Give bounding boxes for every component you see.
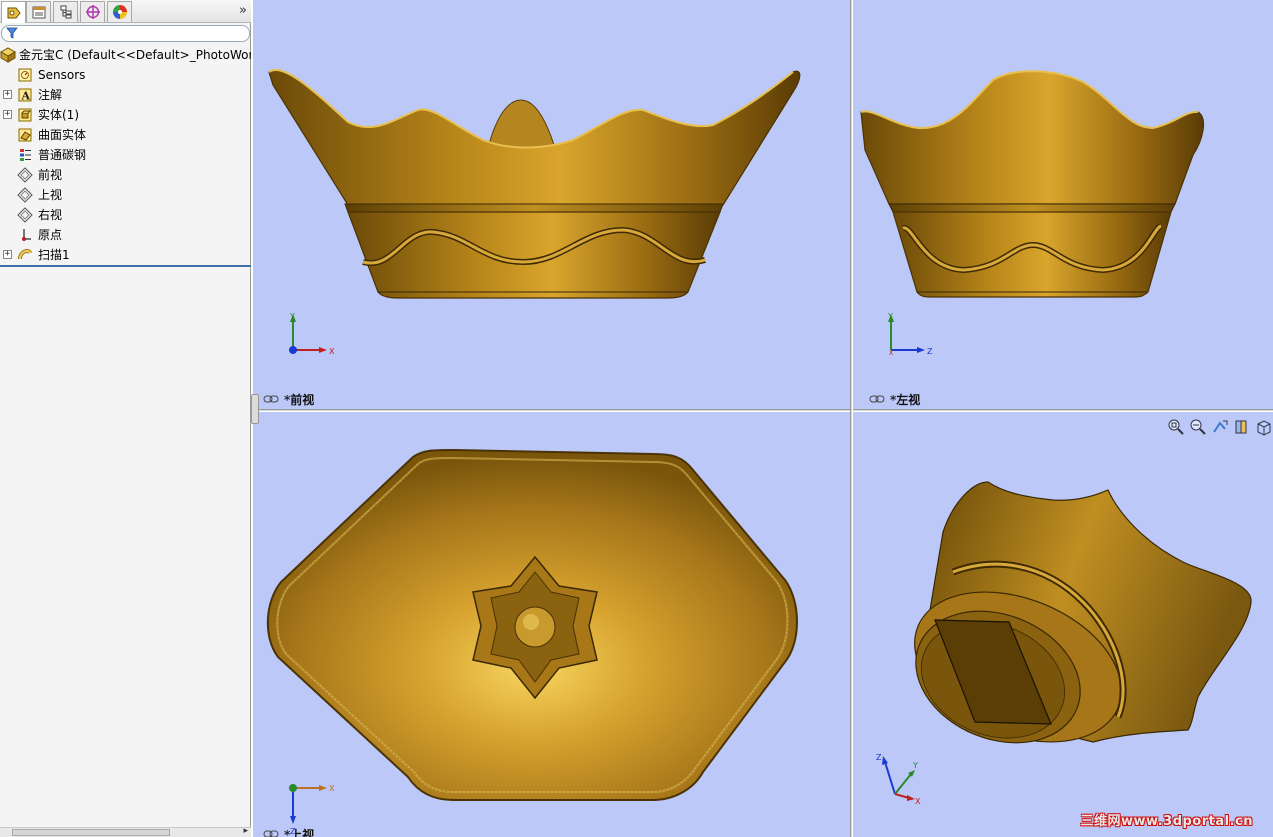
link-views-icon[interactable] <box>869 395 885 403</box>
tree-item-sweep[interactable]: + 扫描1 <box>0 245 251 265</box>
tree-item-label: 曲面实体 <box>38 128 87 142</box>
model-front-view <box>268 69 801 299</box>
axis-label-x: X <box>329 784 335 793</box>
sensor-icon <box>18 68 32 82</box>
axis-label-y: Y <box>912 761 918 770</box>
expand-toggle[interactable]: + <box>3 250 12 259</box>
tree-item-material[interactable]: 普通碳钢 <box>0 145 251 165</box>
plane-icon <box>17 167 33 183</box>
plane-icon <box>17 207 33 223</box>
viewport-horizontal-divider[interactable] <box>251 409 1273 412</box>
configuration-manager-icon <box>60 5 71 19</box>
watermark: 三维网www.3dportal.cn <box>1080 814 1253 829</box>
tree-item-label: 上视 <box>38 188 63 202</box>
tree-filter-input[interactable] <box>1 25 250 42</box>
tree-item-label: 普通碳钢 <box>38 148 87 162</box>
annotation-icon: A <box>18 88 32 103</box>
part-icon <box>0 47 16 63</box>
surface-body-icon <box>18 128 32 142</box>
axis-label-x: X <box>889 350 893 356</box>
tree-item-surface-bodies[interactable]: 曲面实体 <box>0 125 251 145</box>
axis-label-z: Z <box>876 753 882 762</box>
axis-label-z: Z <box>927 347 933 356</box>
svg-text:A: A <box>21 90 31 103</box>
pane-splitter-handle[interactable] <box>251 394 259 424</box>
axis-label-y: Y <box>289 312 295 321</box>
tree-item-solid-bodies[interactable]: + 实体(1) <box>0 105 251 125</box>
axis-label-x: X <box>329 347 335 356</box>
viewport-front[interactable]: Y X *前视 <box>253 0 850 409</box>
tree-root-part[interactable]: 金元宝C (Default<<Default>_PhotoWor <box>0 45 251 65</box>
viewport-left[interactable]: Y Z X *左视 <box>853 0 1273 409</box>
tree-rollback-bar[interactable] <box>0 265 251 267</box>
feature-tree-icon <box>7 7 21 18</box>
tab-configuration-manager[interactable] <box>53 1 78 22</box>
tree-item-label: 注解 <box>38 88 63 102</box>
tree-item-label: 原点 <box>38 228 63 242</box>
tree-item-annotations[interactable]: + A 注解 <box>0 85 251 105</box>
tree-item-sensors[interactable]: Sensors <box>0 65 251 85</box>
tree-item-right-plane[interactable]: 右视 <box>0 205 251 225</box>
plane-icon <box>17 187 33 203</box>
tree-item-label: 右视 <box>38 208 63 222</box>
tree-item-label: 前视 <box>38 168 63 182</box>
scrollbar-thumb[interactable] <box>12 829 170 836</box>
tree-item-label: 扫描1 <box>38 248 70 262</box>
tree-root-label: 金元宝C (Default<<Default>_PhotoWor <box>19 48 251 62</box>
viewport-label-front: *前视 <box>284 393 315 407</box>
expand-toggle[interactable]: + <box>3 110 12 119</box>
viewport-vertical-divider[interactable] <box>850 0 853 837</box>
tab-property-manager[interactable] <box>26 1 51 22</box>
viewport-label-left: *左视 <box>890 393 921 407</box>
tab-display-manager[interactable] <box>107 1 132 22</box>
tree-item-label: 实体(1) <box>38 108 79 122</box>
tree-item-label: Sensors <box>38 68 86 82</box>
viewport-isometric[interactable]: Z Y X 三维网www.3dportal.cn <box>853 412 1273 837</box>
tree-item-front-plane[interactable]: 前视 <box>0 165 251 185</box>
link-views-icon[interactable] <box>263 830 279 837</box>
material-icon <box>20 149 31 161</box>
expand-toggle[interactable]: + <box>3 90 12 99</box>
tab-feature-manager[interactable] <box>1 1 26 23</box>
axis-triad: Z Y X <box>876 753 921 806</box>
horizontal-scrollbar[interactable]: ▸ <box>0 826 251 837</box>
axis-label-y: Y <box>887 312 893 321</box>
link-views-icon[interactable] <box>263 395 279 403</box>
feature-tree: 金元宝C (Default<<Default>_PhotoWor Sensors… <box>0 45 251 265</box>
tree-item-origin[interactable]: 原点 <box>0 225 251 245</box>
target-icon <box>85 5 100 19</box>
manager-tab-bar: » <box>0 0 251 23</box>
tab-dimxpert-manager[interactable] <box>80 1 105 22</box>
tree-item-top-plane[interactable]: 上视 <box>0 185 251 205</box>
feature-manager-pane: » 金元宝C (Default<<Default>_PhotoWor Senso… <box>0 0 251 837</box>
model-top-view <box>266 448 798 801</box>
solid-body-icon <box>18 108 32 122</box>
property-manager-icon <box>32 6 45 19</box>
scroll-right-arrow-icon[interactable]: ▸ <box>243 826 248 836</box>
axis-triad: Y Z X <box>887 312 933 356</box>
axis-triad: Y X <box>289 312 335 356</box>
sweep-icon <box>18 249 32 260</box>
origin-icon <box>22 229 31 241</box>
color-wheel-icon <box>112 5 127 19</box>
viewport-label-top: *上视 <box>284 828 315 837</box>
tab-overflow-button[interactable]: » <box>239 3 247 18</box>
axis-label-x: X <box>915 797 921 806</box>
viewport-top[interactable]: X Z *上视 <box>253 412 850 837</box>
filter-icon[interactable] <box>6 27 18 39</box>
